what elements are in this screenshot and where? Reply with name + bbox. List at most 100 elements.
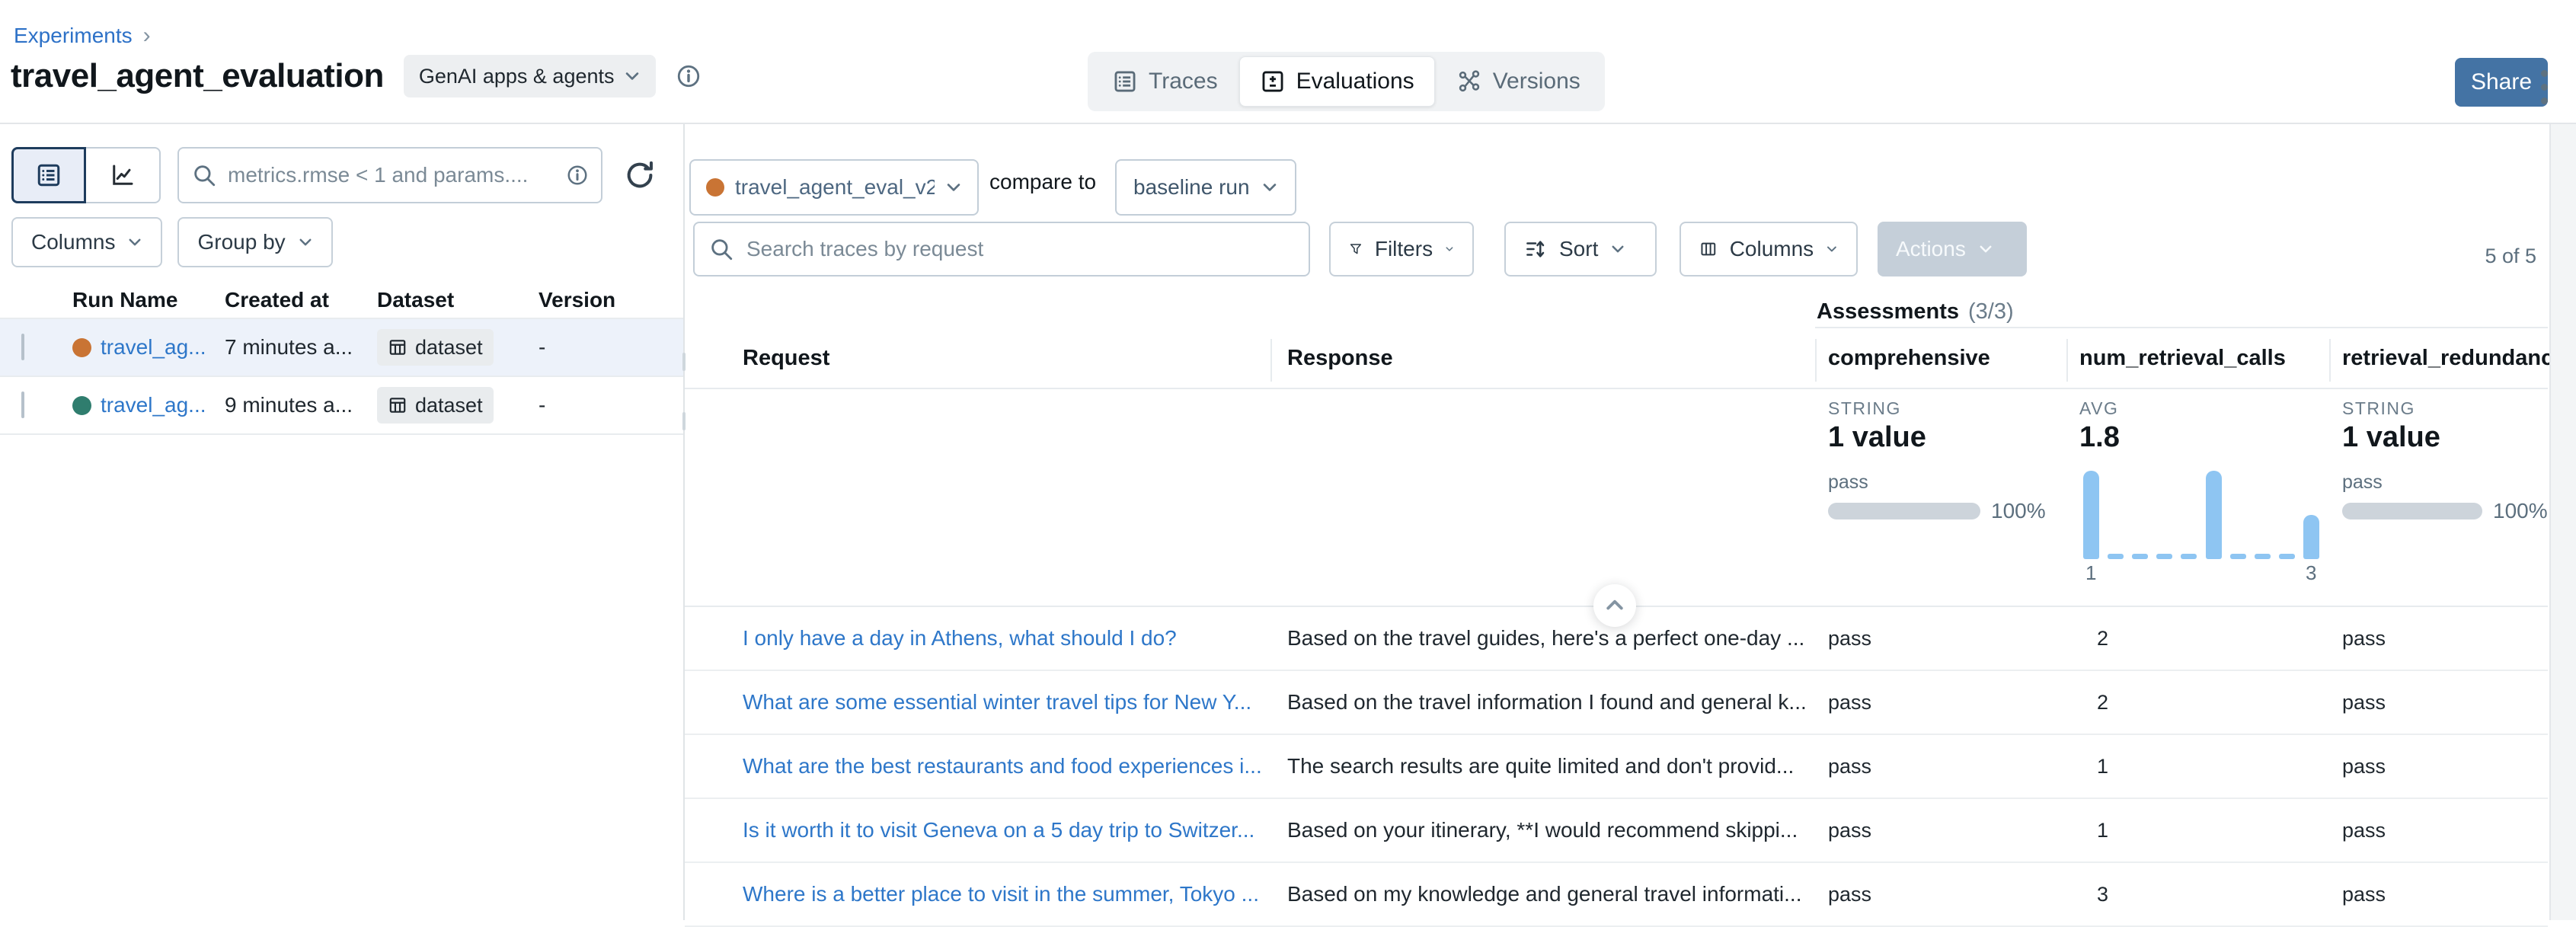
run-color-dot [72, 338, 91, 357]
vertical-scrollbar[interactable] [2549, 124, 2576, 920]
histogram-empty-bin [2181, 554, 2197, 559]
refresh-icon[interactable] [622, 158, 657, 193]
response-column-header: Response [1270, 328, 1815, 388]
sort-button[interactable]: Sort [1504, 222, 1657, 277]
tab-evaluations[interactable]: Evaluations [1239, 56, 1435, 107]
chart-view-button[interactable] [86, 147, 161, 203]
group-by-button[interactable]: Group by [177, 217, 332, 267]
actions-button[interactable]: Actions [1878, 222, 2027, 277]
tab-versions-label: Versions [1493, 69, 1580, 94]
histogram-empty-bin [2255, 554, 2271, 559]
dataset-tag[interactable]: dataset [377, 387, 494, 424]
trace-search-box [693, 222, 1310, 277]
run-version: - [539, 393, 683, 417]
dataset-tag[interactable]: dataset [377, 329, 494, 366]
tab-traces[interactable]: Traces [1092, 57, 1238, 106]
num-retrieval-calls-value: 3 [2066, 883, 2329, 906]
num-retrieval-calls-value: 1 [2066, 755, 2329, 778]
run-table-row[interactable]: travel_ag...9 minutes a...dataset- [0, 377, 683, 435]
run-table-header: Run Name Created at Dataset Version [0, 283, 683, 318]
chevron-down-icon [1445, 241, 1454, 257]
eval-table-row[interactable]: Where is a better place to visit in the … [685, 863, 2548, 927]
histogram-empty-bin [2132, 554, 2148, 559]
created-at-header: Created at [225, 288, 377, 312]
summary-bar-label: pass [1828, 471, 1868, 494]
run-name-link[interactable]: travel_ag... [101, 393, 206, 417]
table-header-border [685, 388, 2548, 389]
run-created-at: 7 minutes a... [225, 335, 377, 360]
trace-search-input[interactable] [745, 236, 1295, 262]
retrieval-redundancy-value: pass [2329, 627, 2548, 650]
group-by-label: Group by [197, 230, 285, 254]
compare-to-label: compare to [989, 170, 1096, 194]
baseline-run-label: baseline run [1133, 175, 1251, 200]
run-table-row[interactable]: travel_ag... 7 minutes a... dataset - [0, 318, 683, 377]
chevron-down-icon [1978, 241, 1993, 257]
request-link[interactable]: What are some essential winter travel ti… [743, 690, 1270, 714]
dataset-grid-icon [388, 337, 407, 357]
summary-type-label: AVG [2079, 398, 2118, 419]
eval-table-row[interactable]: What are some essential winter travel ti… [685, 671, 2548, 735]
response-text: Based on the travel information I found … [1270, 690, 1815, 714]
retrieval-redundancy-value: pass [2329, 755, 2548, 778]
eval-table-row[interactable]: Is it worth it to visit Geneva on a 5 da… [685, 799, 2548, 863]
version-header: Version [539, 288, 683, 312]
run-version: - [539, 335, 683, 360]
columns-button[interactable]: Columns [1680, 222, 1858, 277]
experiment-type-pill[interactable]: GenAI apps & agents [404, 55, 656, 97]
info-icon[interactable] [676, 63, 702, 89]
breadcrumb-experiments-link[interactable]: Experiments [14, 24, 133, 48]
columns-icon [1699, 238, 1718, 261]
run-checkbox[interactable] [21, 392, 24, 418]
evaluations-panel: travel_agent_eval_v2 compare to baseline… [685, 124, 2576, 920]
request-column-header: Request [685, 328, 1270, 388]
chart-view-icon [109, 161, 136, 189]
comprehensive-value: pass [1815, 755, 2066, 778]
view-tabs: Traces Evaluations Versions [1088, 52, 1605, 111]
request-link[interactable]: Where is a better place to visit in the … [743, 882, 1270, 906]
run-filter-input[interactable] [226, 162, 557, 188]
filters-button[interactable]: Filters [1329, 222, 1474, 277]
eval-table-row[interactable]: What are the best restaurants and food e… [685, 735, 2548, 799]
sort-label: Sort [1559, 237, 1598, 261]
retrieval-redundancy-value: pass [2329, 691, 2548, 714]
run-checkbox[interactable] [21, 334, 24, 360]
histogram-empty-bin [2279, 554, 2295, 559]
run-color-dot [72, 396, 91, 415]
retrieval-redundancy-value: pass [2329, 883, 2548, 906]
comprehensive-value: pass [1815, 883, 2066, 906]
run-name-link[interactable]: travel_ag... [101, 335, 206, 360]
progress-bar [1828, 503, 1980, 519]
dataset-header: Dataset [377, 288, 539, 312]
request-link[interactable]: What are the best restaurants and food e… [743, 754, 1270, 778]
share-button[interactable]: Share [2455, 58, 2548, 107]
overflow-menu-icon[interactable] [2538, 67, 2551, 107]
page-title: travel_agent_evaluation [11, 57, 384, 95]
columns-label: Columns [1730, 237, 1814, 261]
run-selector-dropdown[interactable]: travel_agent_eval_v2 [689, 159, 979, 216]
dataset-tag-label: dataset [415, 336, 483, 360]
search-icon [191, 162, 217, 188]
filter-funnel-icon [1349, 238, 1363, 261]
chevron-down-icon [624, 68, 641, 85]
evaluations-plusminus-icon [1260, 69, 1286, 94]
sidebar-columns-button[interactable]: Columns [11, 217, 162, 267]
table-view-button[interactable] [11, 147, 86, 203]
baseline-run-dropdown[interactable]: baseline run [1115, 159, 1296, 216]
run-color-dot [706, 178, 724, 197]
run-filter-box [177, 147, 602, 203]
breadcrumb: Experiments › [14, 23, 151, 49]
tab-versions[interactable]: Versions [1437, 57, 1600, 106]
traces-list-icon [1112, 69, 1138, 94]
request-link[interactable]: I only have a day in Athens, what should… [743, 626, 1270, 650]
dataset-tag-label: dataset [415, 394, 483, 417]
info-icon[interactable] [566, 164, 589, 187]
comprehensive-value: pass [1815, 691, 2066, 714]
collapse-summary-button[interactable] [1593, 584, 1636, 627]
request-link[interactable]: Is it worth it to visit Geneva on a 5 da… [743, 818, 1270, 842]
progress-bar [2342, 503, 2482, 519]
sidebar-columns-label: Columns [31, 230, 115, 254]
chevron-down-icon [298, 235, 313, 250]
num-retrieval-calls-value: 2 [2066, 691, 2329, 714]
search-icon [708, 236, 734, 262]
